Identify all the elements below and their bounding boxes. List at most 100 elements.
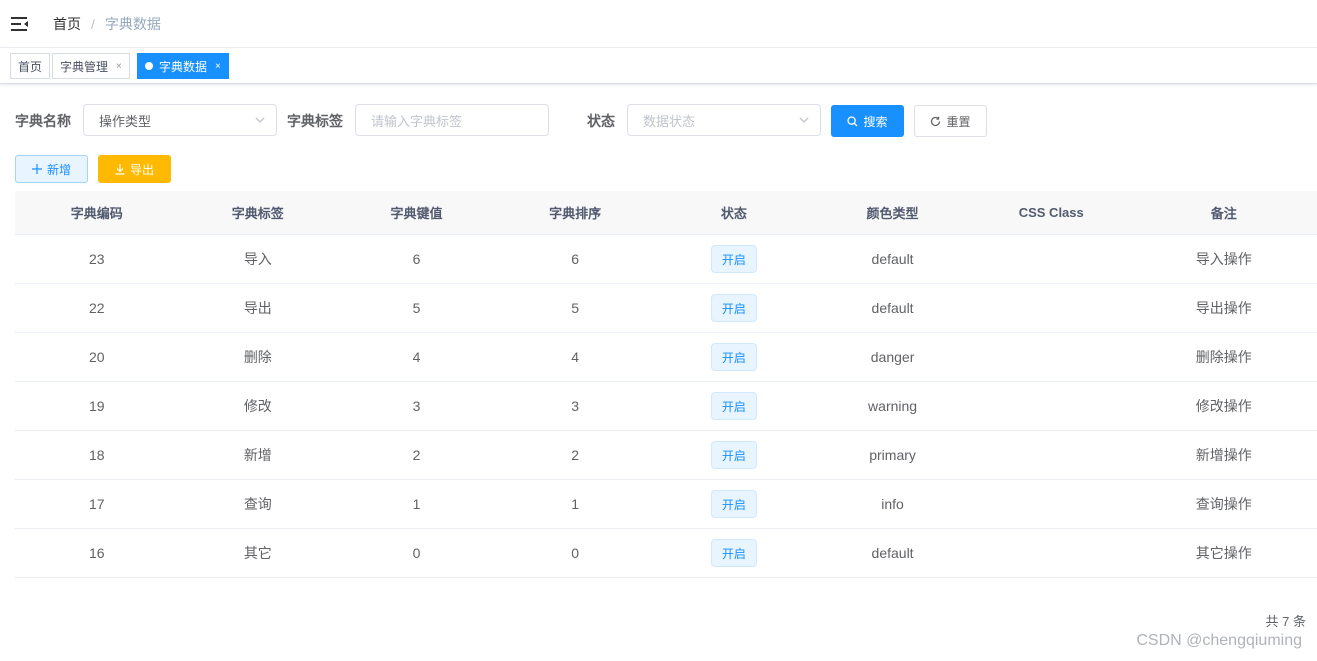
table-header: 字典编码 字典标签 字典键值 字典排序 状态 颜色类型 CSS Class 备注 (15, 191, 1317, 235)
cell-sort: 4 (571, 349, 580, 365)
search-button[interactable]: 搜索 (831, 105, 904, 137)
column-header: CSS Class (1018, 205, 1084, 220)
table-row[interactable]: 23 导入 6 6 开启 default 导入操作 (15, 235, 1317, 284)
tag-dict-management[interactable]: 字典管理 × (52, 53, 130, 79)
dict-label-label: 字典标签 (287, 113, 343, 129)
status-badge: 开启 (710, 392, 757, 420)
cell-label[interactable]: 导入 (178, 235, 337, 283)
cell-remark: 导出操作 (1195, 300, 1252, 316)
cell-value: 4 (412, 349, 421, 365)
chevron-down-icon (254, 113, 266, 130)
cell-remark: 删除操作 (1195, 349, 1252, 365)
cell-color: default (871, 251, 914, 267)
tag-label: 字典数据 (159, 59, 208, 74)
cell-label[interactable]: 导出 (178, 284, 337, 332)
cell-status: 开启 (655, 284, 814, 332)
column-header: 字典标签 (231, 206, 284, 221)
cell-code: 16 (88, 545, 105, 561)
cell-sort: 0 (571, 545, 580, 561)
breadcrumb-separator: / (91, 15, 95, 32)
table-row[interactable]: 19 修改 3 3 开启 warning 修改操作 (15, 382, 1317, 431)
cell-value: 5 (412, 300, 421, 316)
table-row[interactable]: 18 新增 2 2 开启 primary 新增操作 (15, 431, 1317, 480)
cell-status: 开启 (655, 235, 814, 283)
cell-remark: 新增操作 (1195, 447, 1252, 463)
chevron-down-icon (798, 113, 810, 130)
pagination-total: 共 7 条 (1265, 614, 1306, 629)
status-badge: 开启 (710, 294, 757, 322)
dict-label-input[interactable]: 请输入字典标签 (355, 104, 549, 136)
cell-css (972, 333, 1131, 381)
column-header: 颜色类型 (866, 206, 919, 221)
cell-color: default (871, 300, 914, 316)
column-header: 字典编码 (70, 206, 123, 221)
add-button-label: 新增 (46, 162, 71, 177)
dict-data-table: 字典编码 字典标签 字典键值 字典排序 状态 颜色类型 CSS Class 备注… (15, 191, 1317, 578)
watermark: CSDN @chengqiuming (1136, 632, 1302, 649)
cell-label[interactable]: 删除 (178, 333, 337, 381)
status-badge: 开启 (710, 490, 757, 518)
table-row[interactable]: 20 删除 4 4 开启 danger 删除操作 (15, 333, 1317, 382)
cell-remark: 其它操作 (1195, 545, 1252, 561)
table-row[interactable]: 17 查询 1 1 开启 info 查询操作 (15, 480, 1317, 529)
table-row[interactable]: 22 导出 5 5 开启 default 导出操作 (15, 284, 1317, 333)
cell-value: 6 (412, 251, 421, 267)
cell-label[interactable]: 其它 (178, 529, 337, 577)
cell-code: 23 (88, 251, 105, 267)
table-row[interactable]: 16 其它 0 0 开启 default 其它操作 (15, 529, 1317, 578)
column-header: 备注 (1210, 206, 1237, 221)
tags-view: 首页 字典管理 × 字典数据 × (0, 48, 1317, 84)
cell-value: 3 (412, 398, 421, 414)
tag-dict-data[interactable]: 字典数据 × (137, 53, 229, 79)
cell-color: warning (868, 398, 918, 414)
dict-label-placeholder: 请输入字典标签 (371, 113, 463, 129)
cell-status: 开启 (655, 333, 814, 381)
cell-remark: 修改操作 (1195, 398, 1252, 414)
cell-label[interactable]: 新增 (178, 431, 337, 479)
status-badge: 开启 (710, 343, 757, 371)
dict-name-label: 字典名称 (15, 113, 71, 129)
status-select[interactable]: 数据状态 (627, 104, 821, 136)
column-header: 字典键值 (390, 206, 443, 221)
cell-css (972, 284, 1131, 332)
breadcrumb-home[interactable]: 首页 (53, 14, 81, 34)
cell-sort: 6 (571, 251, 580, 267)
cell-css (972, 529, 1131, 577)
cell-sort: 3 (571, 398, 580, 414)
status-badge: 开启 (710, 245, 757, 273)
add-button[interactable]: 新增 (15, 155, 88, 183)
cell-code: 18 (88, 447, 105, 463)
tag-label: 首页 (18, 59, 43, 74)
cell-sort: 5 (571, 300, 580, 316)
cell-code: 17 (88, 496, 105, 512)
tag-home[interactable]: 首页 (10, 53, 51, 79)
breadcrumb: 首页 / 字典数据 (53, 14, 161, 34)
hamburger-menu-icon[interactable] (0, 0, 40, 48)
search-button-label: 搜索 (863, 114, 888, 129)
status-label: 状态 (587, 113, 615, 129)
cell-status: 开启 (655, 480, 814, 528)
reset-button[interactable]: 重置 (914, 105, 987, 137)
cell-value: 1 (412, 496, 421, 512)
cell-sort: 1 (571, 496, 580, 512)
cell-sort: 2 (571, 447, 580, 463)
column-header: 状态 (720, 206, 747, 221)
status-placeholder: 数据状态 (643, 113, 696, 129)
plus-icon (31, 164, 42, 174)
cell-status: 开启 (655, 431, 814, 479)
navbar: 首页 / 字典数据 (0, 0, 1317, 48)
cell-css (972, 431, 1131, 479)
status-badge: 开启 (710, 539, 757, 567)
cell-css (972, 480, 1131, 528)
cell-remark: 导入操作 (1195, 251, 1252, 267)
cell-remark: 查询操作 (1195, 496, 1252, 512)
cell-label[interactable]: 查询 (178, 480, 337, 528)
close-icon[interactable]: × (116, 61, 122, 72)
dict-name-select[interactable]: 操作类型 (83, 104, 277, 136)
reset-button-label: 重置 (946, 114, 971, 129)
close-icon[interactable]: × (215, 61, 221, 72)
export-button[interactable]: 导出 (98, 155, 171, 183)
cell-code: 19 (88, 398, 105, 414)
cell-label[interactable]: 修改 (178, 382, 337, 430)
dict-name-value: 操作类型 (99, 113, 152, 129)
